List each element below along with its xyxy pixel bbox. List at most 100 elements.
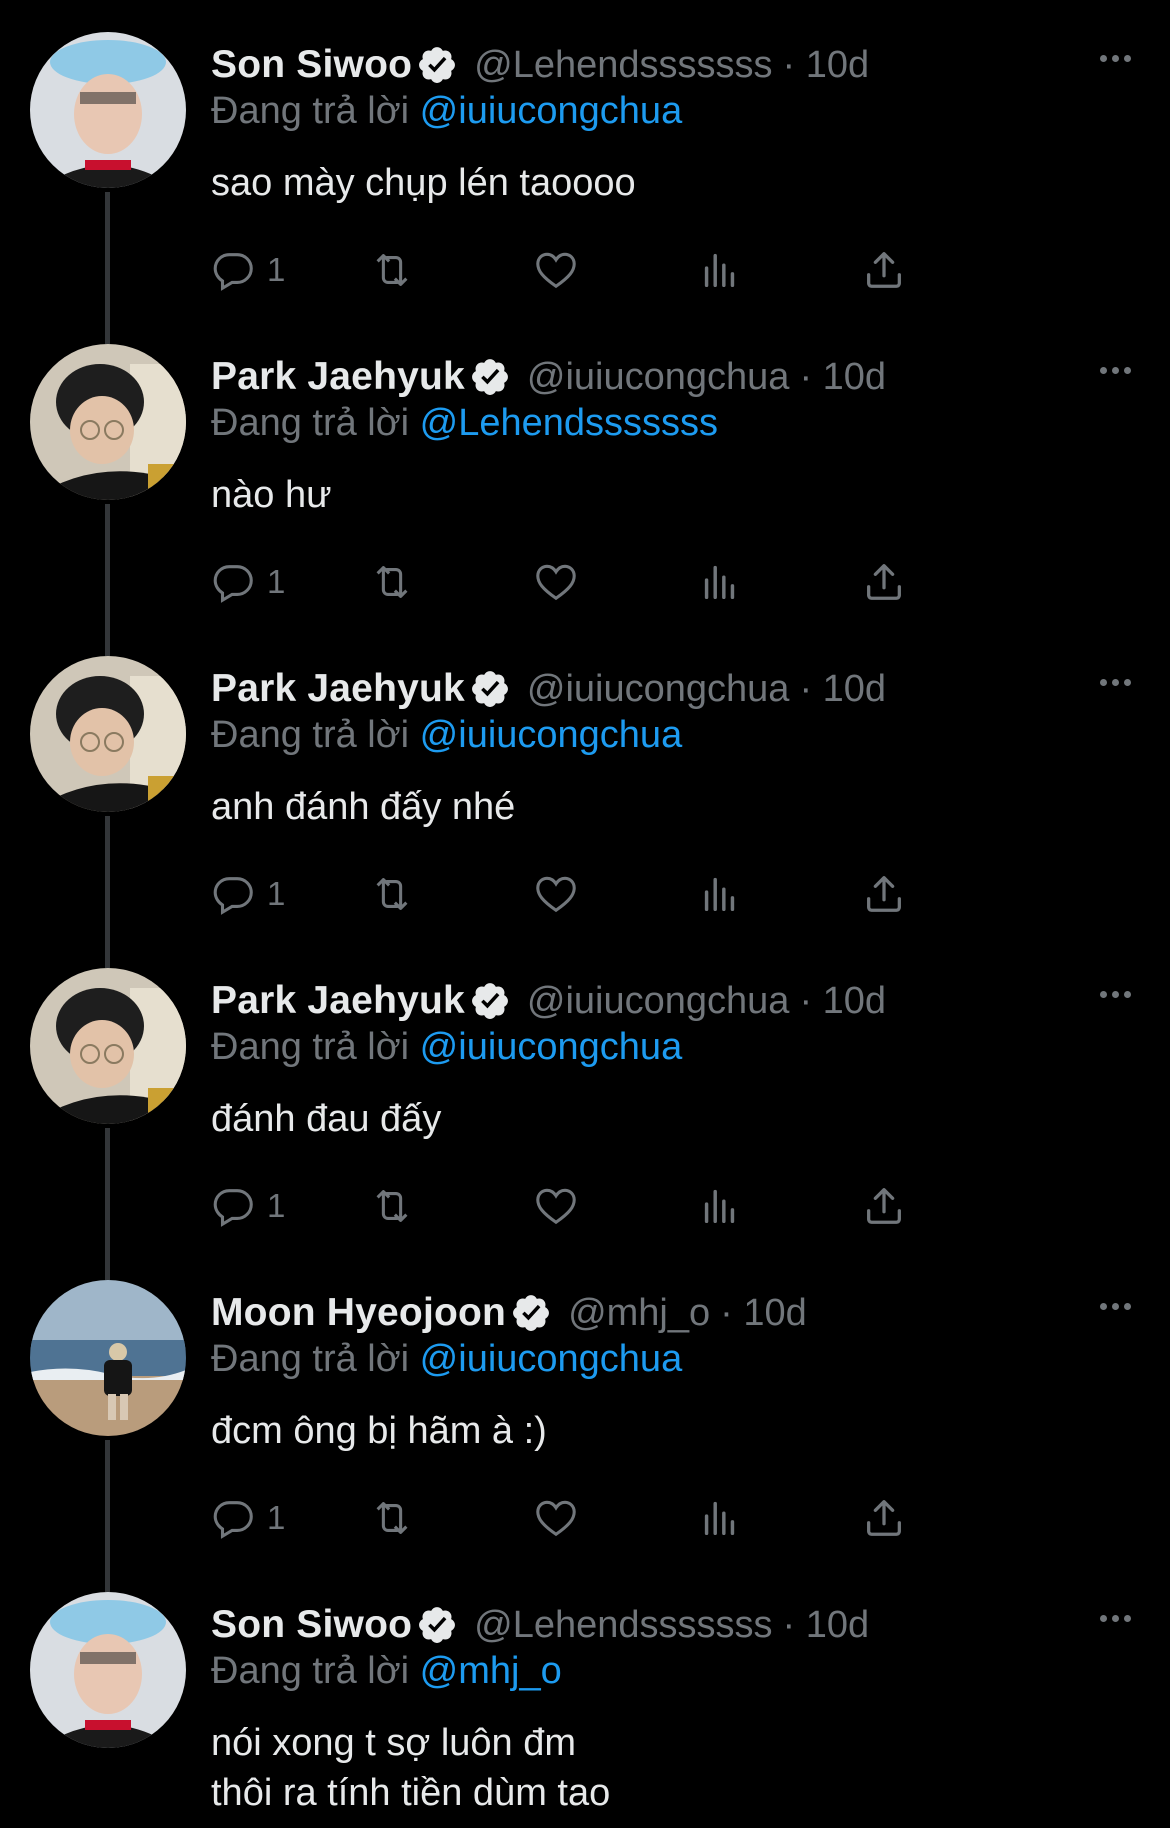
user-handle[interactable]: @iuiucongchua	[527, 980, 790, 1023]
retweet-icon	[376, 1190, 408, 1222]
avatar[interactable]	[30, 1280, 186, 1436]
views-button[interactable]	[697, 868, 743, 920]
retweet-button[interactable]	[369, 556, 415, 608]
reply-mention-link[interactable]: @iuiucongchua	[420, 1026, 683, 1068]
avatar[interactable]	[30, 344, 186, 500]
avatar-photo-glasses	[30, 344, 186, 500]
reply-prefix: Đang trả lời	[211, 1026, 410, 1068]
timestamp[interactable]: · 10d	[783, 44, 870, 87]
timestamp[interactable]: · 10d	[720, 1292, 807, 1335]
more-options-icon[interactable]	[1090, 1286, 1140, 1326]
share-button[interactable]	[861, 556, 907, 608]
tweet-header: Park Jaehyuk @iuiucongchua · 10d	[211, 352, 886, 402]
thread-connector-line	[105, 624, 110, 656]
views-button[interactable]	[697, 556, 743, 608]
tweet-actions: 1	[211, 1492, 1041, 1544]
user-handle[interactable]: @iuiucongchua	[527, 668, 790, 711]
more-options-icon[interactable]	[1090, 662, 1140, 702]
views-button[interactable]	[697, 1492, 743, 1544]
display-name[interactable]: Son Siwoo	[211, 1603, 412, 1647]
thread-connector-line	[105, 504, 110, 624]
like-button[interactable]	[533, 1180, 579, 1232]
tweet[interactable]: Park Jaehyuk @iuiucongchua · 10d Đang tr…	[0, 936, 1170, 1248]
share-button[interactable]	[861, 1180, 907, 1232]
reply-context: Đang trả lời @iuiucongchua	[211, 1026, 682, 1069]
like-button[interactable]	[533, 868, 579, 920]
reply-mention-link[interactable]: @mhj_o	[420, 1650, 562, 1692]
display-name[interactable]: Moon Hyeojoon	[211, 1291, 506, 1335]
reply-icon	[213, 877, 253, 915]
timestamp[interactable]: · 10d	[783, 1604, 870, 1647]
share-button[interactable]	[861, 244, 907, 296]
display-name[interactable]: Son Siwoo	[211, 43, 412, 87]
timestamp[interactable]: · 10d	[799, 668, 886, 711]
reply-context: Đang trả lời @iuiucongchua	[211, 90, 682, 133]
reply-icon	[213, 253, 253, 291]
reply-button[interactable]: 1	[211, 244, 285, 296]
like-button[interactable]	[533, 244, 579, 296]
verified-badge-icon	[513, 1295, 549, 1331]
reply-context: Đang trả lời @iuiucongchua	[211, 1338, 682, 1381]
more-options-icon[interactable]	[1090, 350, 1140, 390]
thread-connector-line	[105, 192, 110, 312]
tweet[interactable]: Park Jaehyuk @iuiucongchua · 10d Đang tr…	[0, 624, 1170, 936]
timestamp[interactable]: · 10d	[799, 356, 886, 399]
reply-button[interactable]: 1	[211, 868, 285, 920]
user-handle[interactable]: @Lehendsssssss	[474, 1604, 772, 1647]
retweet-button[interactable]	[369, 868, 415, 920]
retweet-button[interactable]	[369, 244, 415, 296]
like-button[interactable]	[533, 556, 579, 608]
views-button[interactable]	[697, 244, 743, 296]
retweet-button[interactable]	[369, 1180, 415, 1232]
tweet[interactable]: Son Siwoo @Lehendsssssss · 10d Đang trả …	[0, 1560, 1170, 1828]
display-name[interactable]: Park Jaehyuk	[211, 667, 465, 711]
tweet-text: nào hư	[211, 470, 332, 520]
display-name[interactable]: Park Jaehyuk	[211, 979, 465, 1023]
display-name[interactable]: Park Jaehyuk	[211, 355, 465, 399]
reply-button[interactable]: 1	[211, 1180, 285, 1232]
views-chart-icon	[704, 877, 735, 912]
share-button[interactable]	[861, 1492, 907, 1544]
retweet-button[interactable]	[369, 1492, 415, 1544]
tweet[interactable]: Moon Hyeojoon @mhj_o · 10d Đang trả lời …	[0, 1248, 1170, 1560]
tweet-text: anh đánh đấy nhé	[211, 782, 515, 832]
reply-mention-link[interactable]: @Lehendsssssss	[420, 402, 718, 444]
avatar-photo-blue-hat	[30, 32, 186, 188]
like-button[interactable]	[533, 1492, 579, 1544]
reply-count: 1	[267, 1187, 286, 1224]
user-handle[interactable]: @mhj_o	[568, 1292, 710, 1335]
reply-button[interactable]: 1	[211, 1492, 285, 1544]
tweet-text-line: nào hư	[211, 474, 332, 516]
avatar[interactable]	[30, 32, 186, 188]
tweet-text: sao mày chụp lén taoooo	[211, 158, 636, 208]
avatar[interactable]	[30, 1592, 186, 1748]
reply-prefix: Đang trả lời	[211, 714, 410, 756]
reply-mention-link[interactable]: @iuiucongchua	[420, 714, 683, 756]
more-options-icon[interactable]	[1090, 1598, 1140, 1638]
timestamp[interactable]: · 10d	[799, 980, 886, 1023]
reply-count: 1	[267, 1499, 286, 1536]
avatar[interactable]	[30, 968, 186, 1124]
share-button[interactable]	[861, 868, 907, 920]
heart-icon	[536, 1500, 576, 1537]
views-button[interactable]	[697, 1180, 743, 1232]
thread-connector-line	[105, 816, 110, 936]
avatar-photo-glasses	[30, 968, 186, 1124]
more-options-icon[interactable]	[1090, 38, 1140, 78]
reply-mention-link[interactable]: @iuiucongchua	[420, 1338, 683, 1380]
tweet[interactable]: Son Siwoo @Lehendsssssss · 10d Đang trả …	[0, 0, 1170, 312]
heart-icon	[536, 1188, 576, 1225]
tweet-text: nói xong t sợ luôn đm thôi ra tính tiền …	[211, 1718, 610, 1818]
user-handle[interactable]: @Lehendsssssss	[474, 44, 772, 87]
tweet-actions: 1	[211, 556, 1041, 608]
verified-badge-icon	[419, 1607, 456, 1643]
avatar[interactable]	[30, 656, 186, 812]
tweet-text: đcm ông bị hãm à :)	[211, 1406, 547, 1456]
tweet-text: đánh đau đấy	[211, 1094, 441, 1144]
tweet-header: Son Siwoo @Lehendsssssss · 10d	[211, 1600, 869, 1650]
reply-mention-link[interactable]: @iuiucongchua	[420, 90, 683, 132]
user-handle[interactable]: @iuiucongchua	[527, 356, 790, 399]
tweet[interactable]: Park Jaehyuk @iuiucongchua · 10d Đang tr…	[0, 312, 1170, 624]
reply-button[interactable]: 1	[211, 556, 285, 608]
more-options-icon[interactable]	[1090, 974, 1140, 1014]
